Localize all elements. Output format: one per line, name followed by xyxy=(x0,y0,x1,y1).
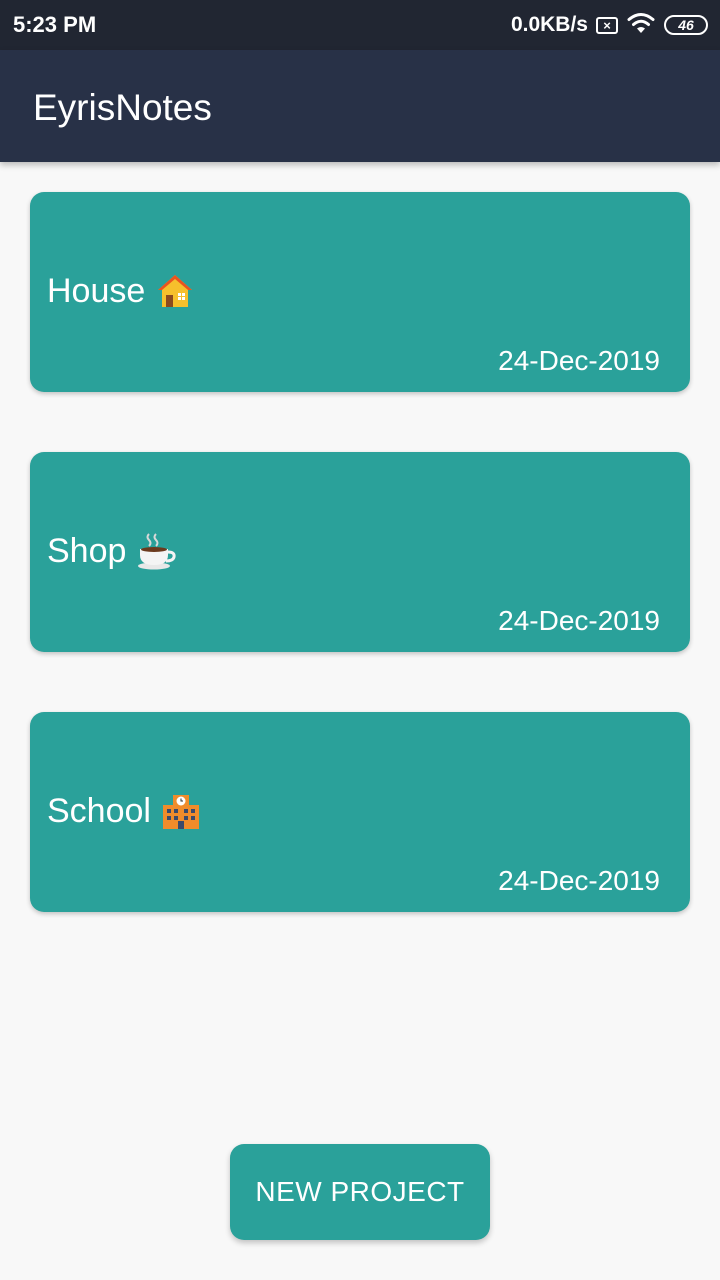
battery-icon: 46 xyxy=(664,15,708,35)
note-title: House xyxy=(47,272,146,310)
note-title-row: School xyxy=(47,790,201,832)
note-card-school[interactable]: School 24-Dec-2019 xyxy=(30,712,690,912)
new-project-button[interactable]: NEW PROJECT xyxy=(230,1144,490,1240)
battery-level: 46 xyxy=(678,17,694,33)
app-bar: EyrisNotes xyxy=(0,50,720,162)
note-title-row: House xyxy=(47,270,195,312)
note-list: House 24-Dec-2019 Shop 24-Dec-2019 Schoo… xyxy=(30,192,690,972)
status-bar: 5:23 PM 0.0KB/s × 46 xyxy=(0,0,720,50)
note-date: 24-Dec-2019 xyxy=(498,605,660,636)
no-sim-glyph: × xyxy=(603,17,611,33)
note-date: 24-Dec-2019 xyxy=(498,865,660,896)
no-sim-icon: × xyxy=(596,16,618,34)
status-time: 5:23 PM xyxy=(13,12,97,37)
coffee-cup-icon xyxy=(136,531,177,571)
note-title-row: Shop xyxy=(47,530,177,572)
note-title: School xyxy=(47,792,151,830)
status-icons: 0.0KB/s × 46 xyxy=(511,10,708,40)
school-building-icon xyxy=(161,791,201,831)
network-speed: 0.0KB/s xyxy=(510,13,588,36)
note-date: 24-Dec-2019 xyxy=(498,345,660,376)
house-icon xyxy=(155,271,195,311)
note-card-shop[interactable]: Shop 24-Dec-2019 xyxy=(30,452,690,652)
note-title: Shop xyxy=(47,532,127,570)
app-title: EyrisNotes xyxy=(33,87,212,128)
note-card-house[interactable]: House 24-Dec-2019 xyxy=(30,192,690,392)
wifi-icon xyxy=(626,11,656,40)
